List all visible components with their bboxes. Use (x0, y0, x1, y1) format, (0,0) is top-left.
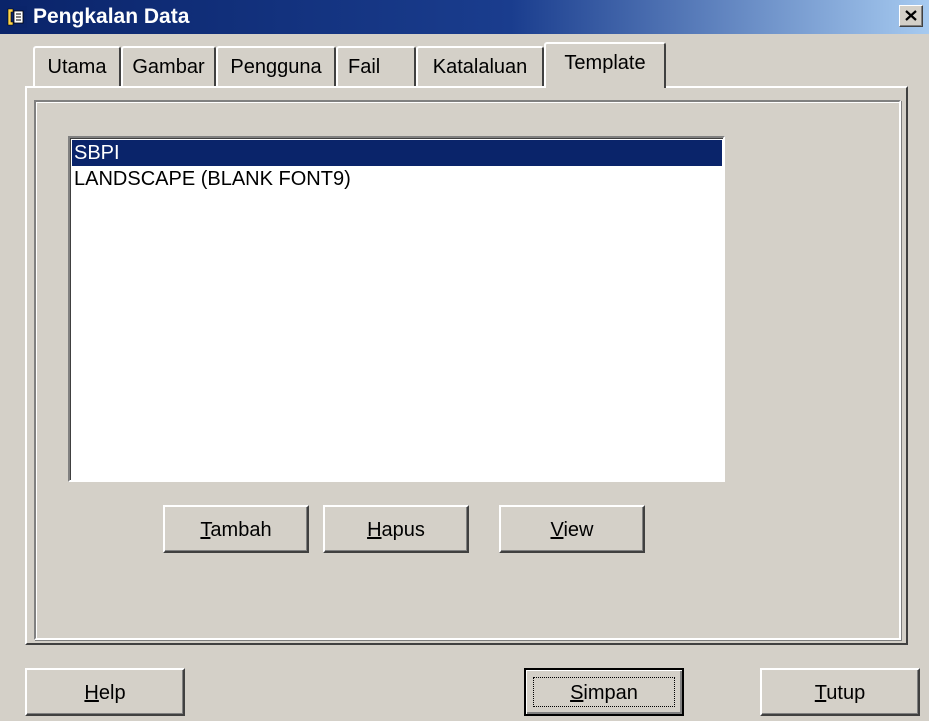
tab-label: Pengguna (230, 56, 322, 78)
tab-fail[interactable]: Fail (336, 46, 416, 86)
database-app-icon[interactable] (4, 5, 28, 29)
tab-label: Template (564, 52, 646, 74)
list-item[interactable]: LANDSCAPE (BLANK FONT9) (72, 166, 722, 192)
hapus-button[interactable]: Hapus (323, 505, 469, 553)
tab-katalaluan[interactable]: Katalaluan (416, 46, 544, 86)
tab-label: Katalaluan (432, 56, 528, 78)
tambah-button[interactable]: Tambah (163, 505, 309, 553)
tab-gambar[interactable]: Gambar (121, 46, 216, 86)
window-title: Pengkalan Data (33, 5, 190, 28)
tutup-button[interactable]: Tutup (760, 668, 920, 716)
tab-template[interactable]: Template (544, 42, 666, 88)
close-icon (905, 10, 917, 21)
tab-label: Gambar (132, 56, 205, 78)
view-button[interactable]: View (499, 505, 645, 553)
help-button[interactable]: Help (25, 668, 185, 716)
title-bar[interactable]: Pengkalan Data (0, 0, 929, 34)
close-button[interactable] (899, 5, 923, 27)
simpan-button[interactable]: Simpan (524, 668, 684, 716)
tab-label: Fail (348, 56, 381, 78)
template-listbox[interactable]: SBPI LANDSCAPE (BLANK FONT9) (68, 136, 725, 482)
list-item[interactable]: SBPI (72, 140, 722, 166)
tab-utama[interactable]: Utama (33, 46, 121, 86)
tab-label: Utama (47, 56, 107, 78)
tab-pengguna[interactable]: Pengguna (216, 46, 336, 86)
